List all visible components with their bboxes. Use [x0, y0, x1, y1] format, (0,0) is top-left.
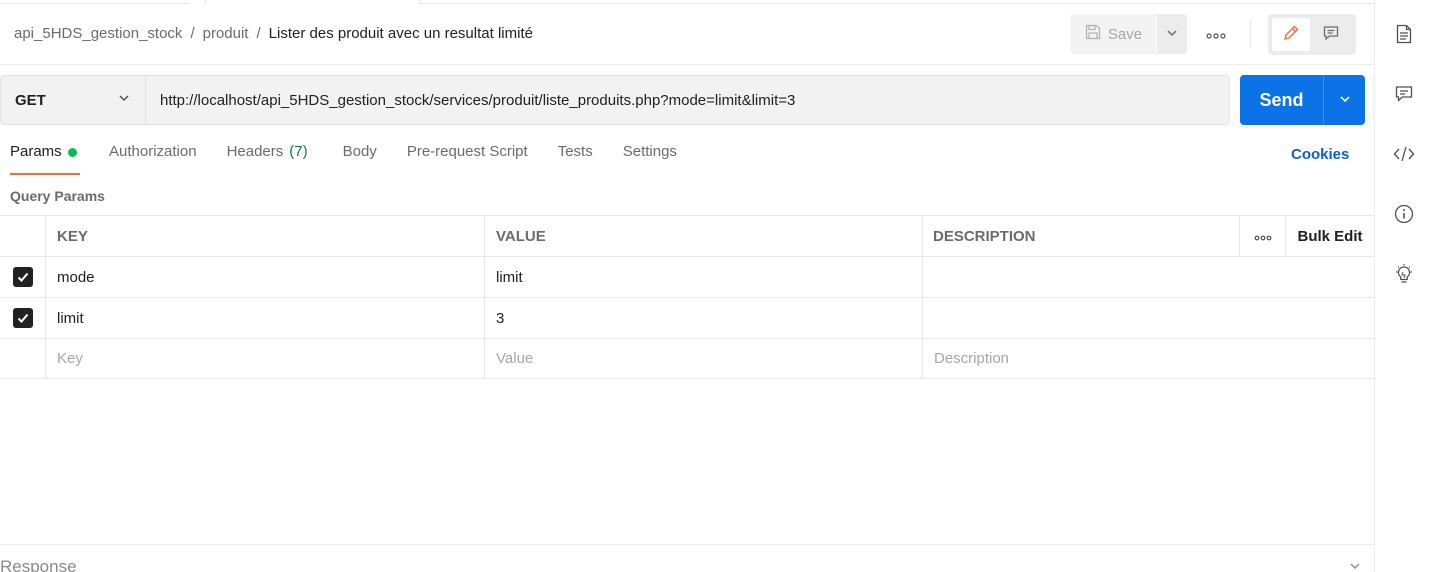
save-icon [1084, 23, 1102, 45]
edit-mode-button[interactable] [1272, 18, 1310, 51]
document-icon[interactable] [1393, 23, 1415, 45]
tab-params[interactable]: Params [10, 143, 80, 175]
tab-label: Body [342, 143, 377, 160]
breadcrumb-collection[interactable]: api_5HDS_gestion_stock [14, 25, 182, 42]
param-key[interactable]: mode [46, 257, 485, 297]
value-column-header: VALUE [485, 216, 923, 256]
save-label: Save [1107, 25, 1143, 43]
save-button[interactable]: Save [1070, 14, 1156, 54]
comment-icon[interactable] [1393, 83, 1415, 105]
view-mode-toggle [1268, 14, 1356, 55]
chevron-down-icon [1165, 26, 1179, 43]
method-label: GET [15, 91, 46, 109]
table-row: limit 3 [0, 297, 1374, 338]
send-button[interactable]: Send [1240, 75, 1324, 125]
tab-pre-request-script[interactable]: Pre-request Script [407, 143, 528, 175]
send-dropdown-button[interactable] [1324, 75, 1365, 125]
code-icon[interactable] [1393, 143, 1415, 165]
tab-authorization[interactable]: Authorization [109, 143, 197, 175]
new-description-input[interactable]: Description [923, 339, 1374, 378]
tab-label: Tests [557, 143, 593, 160]
comment-icon [1322, 24, 1340, 45]
chevron-down-icon[interactable] [1348, 559, 1362, 572]
param-key[interactable]: limit [46, 298, 485, 338]
breadcrumb-separator: / [256, 25, 261, 42]
breadcrumb-folder[interactable]: produit [203, 25, 249, 42]
more-icon [1206, 26, 1226, 42]
cookies-link[interactable]: Cookies [1291, 146, 1349, 163]
row-checkbox[interactable] [0, 257, 46, 297]
save-dropdown-button[interactable] [1157, 14, 1187, 54]
table-row: mode limit [0, 256, 1374, 297]
header-divider [1250, 20, 1251, 48]
checkbox-checked-icon [12, 267, 33, 287]
query-params-table: KEY VALUE DESCRIPTION Bulk Edit mode lim… [0, 215, 1374, 379]
new-key-input[interactable]: Key [46, 339, 485, 378]
new-value-input[interactable]: Value [485, 339, 923, 378]
tab-label: Settings [622, 143, 677, 160]
tab-label: Pre-request Script [406, 143, 528, 160]
method-select[interactable]: GET [1, 76, 146, 124]
send-group: Send [1240, 75, 1365, 125]
param-value[interactable]: 3 [485, 298, 923, 338]
tab-body[interactable]: Body [343, 143, 377, 175]
breadcrumb-separator: / [190, 25, 195, 42]
more-actions-button[interactable] [1200, 23, 1232, 45]
response-panel[interactable]: Response [0, 544, 1374, 572]
param-description[interactable] [923, 298, 1374, 338]
bulk-edit-button[interactable]: Bulk Edit [1286, 216, 1374, 256]
table-header-row: KEY VALUE DESCRIPTION Bulk Edit [0, 215, 1374, 256]
request-tabs: Params Authorization Headers (7) Body Pr… [10, 143, 677, 177]
tab-headers[interactable]: Headers (7) [227, 143, 308, 175]
tab-label: Headers [226, 143, 284, 160]
chevron-down-icon [117, 91, 131, 109]
tab-label: Params [10, 143, 62, 160]
pencil-icon [1282, 24, 1300, 45]
param-description[interactable] [923, 257, 1374, 297]
url-bar: GET http://localhost/api_5HDS_gestion_st… [0, 75, 1230, 125]
description-column-header: DESCRIPTION [923, 216, 1240, 256]
comment-mode-button[interactable] [1312, 18, 1350, 51]
query-params-title: Query Params [10, 188, 105, 204]
response-label: Response [0, 557, 77, 572]
request-header: api_5HDS_gestion_stock / produit / Liste… [0, 5, 1374, 65]
more-icon [1254, 228, 1272, 245]
new-param-row: Key Value Description [0, 338, 1374, 379]
tab-tests[interactable]: Tests [558, 143, 593, 175]
breadcrumb: api_5HDS_gestion_stock / produit / Liste… [14, 25, 533, 42]
lightbulb-icon[interactable] [1393, 263, 1415, 285]
empty-checkbox-cell [0, 339, 46, 378]
row-checkbox[interactable] [0, 298, 46, 338]
right-sidebar [1374, 0, 1430, 572]
column-options-button[interactable] [1240, 216, 1286, 256]
request-name[interactable]: Lister des produit avec un resultat limi… [269, 25, 533, 42]
request-editor: api_5HDS_gestion_stock / produit / Liste… [0, 0, 1374, 572]
status-dot [67, 148, 77, 157]
checkbox-column-header [0, 216, 46, 256]
tab-settings[interactable]: Settings [623, 143, 677, 175]
url-input[interactable]: http://localhost/api_5HDS_gestion_stock/… [146, 76, 795, 124]
save-group: Save [1070, 14, 1187, 54]
info-icon[interactable] [1393, 203, 1415, 225]
param-value[interactable]: limit [485, 257, 923, 297]
tab-label: Authorization [109, 143, 197, 160]
key-column-header: KEY [46, 216, 485, 256]
chevron-down-icon [1338, 92, 1352, 109]
headers-count: (7) [289, 143, 308, 160]
checkbox-checked-icon [12, 308, 33, 328]
